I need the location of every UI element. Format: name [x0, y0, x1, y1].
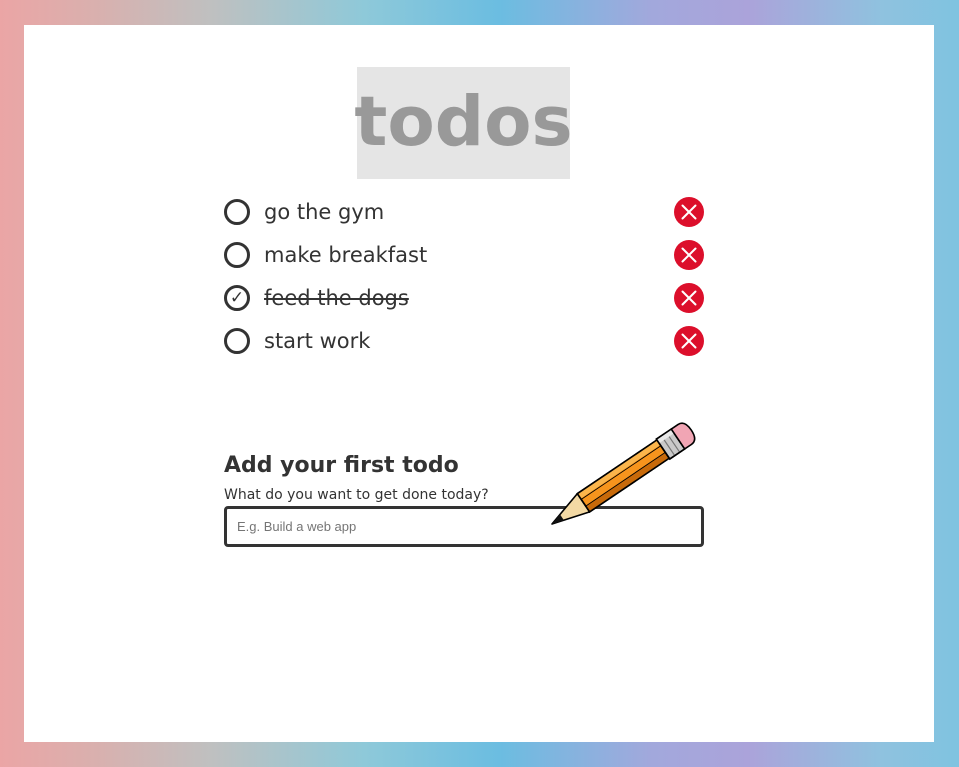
todo-item-completed: ✓ feed the dogs	[224, 283, 706, 326]
delete-todo-button[interactable]	[674, 197, 704, 227]
todo-label: make breakfast	[264, 243, 428, 267]
close-x-icon	[681, 333, 697, 349]
add-todo-subheading: What do you want to get done today?	[224, 487, 489, 503]
todo-app-panel: todos go the gym make breakfast ✓ feed t…	[24, 25, 934, 742]
todo-item: start work	[224, 326, 706, 369]
todo-label: feed the dogs	[264, 286, 409, 310]
todo-label: start work	[264, 329, 371, 353]
complete-toggle-button[interactable]	[224, 199, 250, 225]
add-todo-heading: Add your first todo	[224, 453, 459, 478]
close-x-icon	[681, 204, 697, 220]
complete-toggle-button[interactable]	[224, 242, 250, 268]
delete-todo-button[interactable]	[674, 283, 704, 313]
complete-toggle-button[interactable]: ✓	[224, 285, 250, 311]
delete-todo-button[interactable]	[674, 240, 704, 270]
app-title: todos	[354, 81, 573, 162]
todo-label: go the gym	[264, 200, 385, 224]
complete-toggle-button[interactable]	[224, 328, 250, 354]
checkmark-icon: ✓	[229, 288, 245, 308]
close-x-icon	[681, 247, 697, 263]
new-todo-input[interactable]	[224, 506, 704, 547]
todo-list: go the gym make breakfast ✓ feed the dog…	[224, 197, 706, 369]
delete-todo-button[interactable]	[674, 326, 704, 356]
todo-item: make breakfast	[224, 240, 706, 283]
close-x-icon	[681, 290, 697, 306]
app-title-box: todos	[354, 67, 573, 179]
todo-item: go the gym	[224, 197, 706, 240]
